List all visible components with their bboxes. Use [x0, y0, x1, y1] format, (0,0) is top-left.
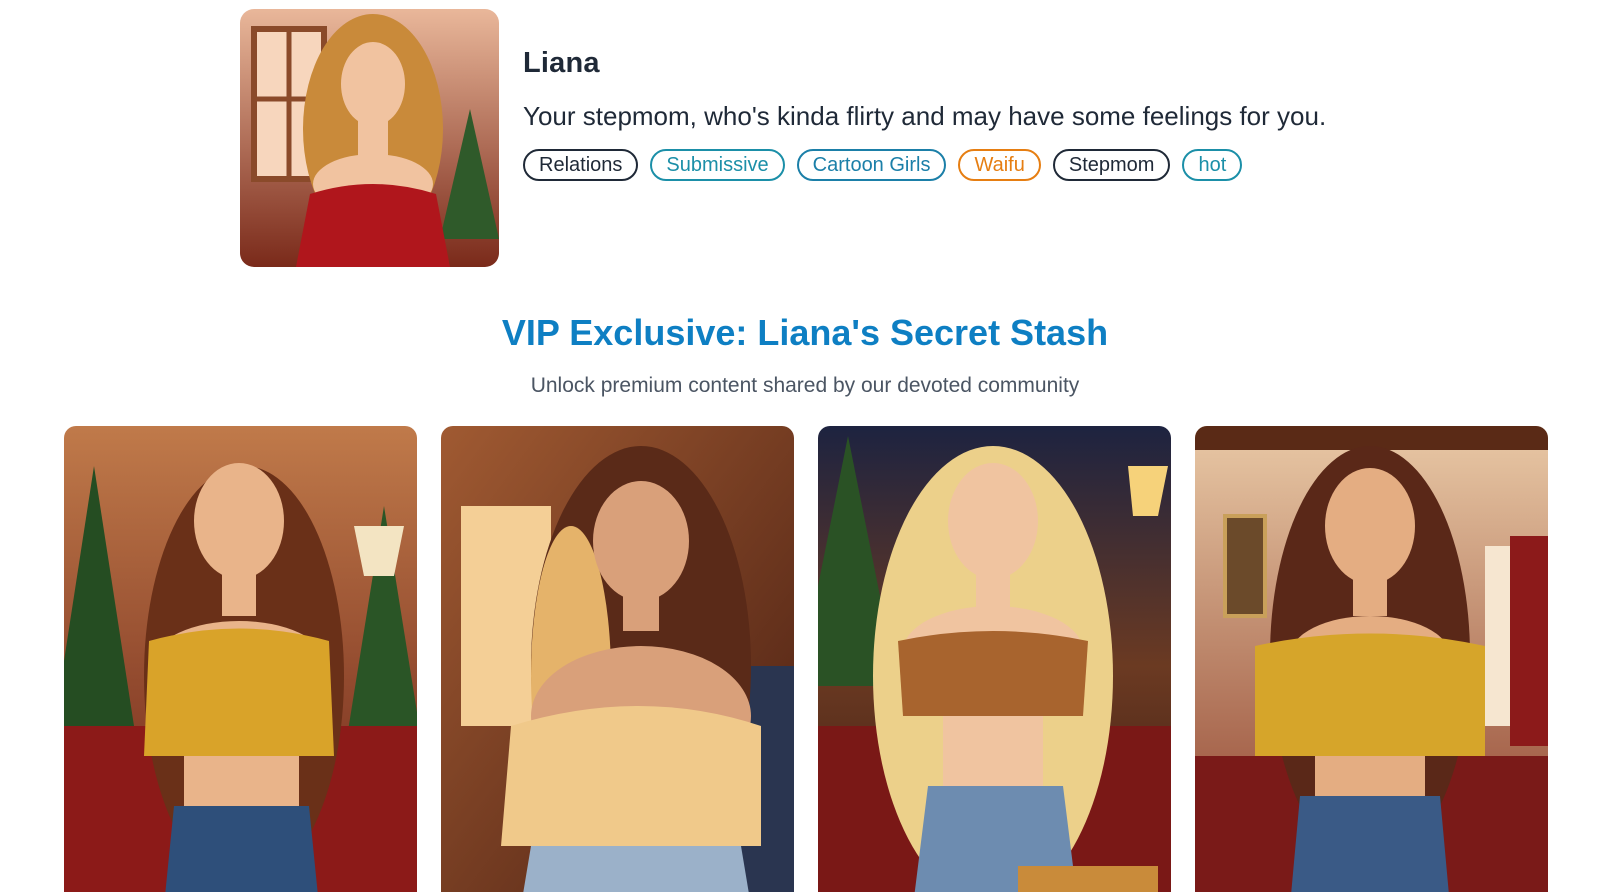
- gallery-card-1[interactable]: [64, 426, 417, 892]
- character-avatar[interactable]: [240, 9, 499, 267]
- gallery-card-2[interactable]: [441, 426, 794, 892]
- gallery-image-3: [818, 426, 1171, 892]
- vip-gallery: [64, 426, 1548, 892]
- gallery-card-4[interactable]: [1195, 426, 1548, 892]
- tag-waifu[interactable]: Waifu: [958, 149, 1041, 181]
- character-name: Liana: [523, 47, 600, 79]
- character-info: Liana Your stepmom, who's kinda flirty a…: [523, 9, 1343, 267]
- tag-hot[interactable]: hot: [1182, 149, 1243, 181]
- vip-section-subtitle: Unlock premium content shared by our dev…: [530, 374, 1080, 397]
- avatar-image: [240, 9, 499, 267]
- tag-submissive[interactable]: Submissive: [650, 149, 785, 181]
- gallery-card-3[interactable]: [818, 426, 1171, 892]
- vip-section-title: VIP Exclusive: Liana's Secret Stash: [501, 312, 1109, 353]
- tag-list: Relations Submissive Cartoon Girls Waifu…: [523, 149, 1343, 181]
- character-profile: Liana Your stepmom, who's kinda flirty a…: [240, 9, 1343, 267]
- character-description: Your stepmom, who's kinda flirty and may…: [523, 101, 1327, 131]
- gallery-image-4: [1195, 426, 1548, 892]
- tag-stepmom[interactable]: Stepmom: [1052, 149, 1171, 181]
- gallery-image-2: [441, 426, 794, 892]
- page: Liana Your stepmom, who's kinda flirty a…: [0, 0, 1600, 892]
- gallery-image-1: [64, 426, 417, 892]
- tag-relations[interactable]: Relations: [523, 149, 639, 181]
- tag-cartoon-girls[interactable]: Cartoon Girls: [796, 149, 947, 181]
